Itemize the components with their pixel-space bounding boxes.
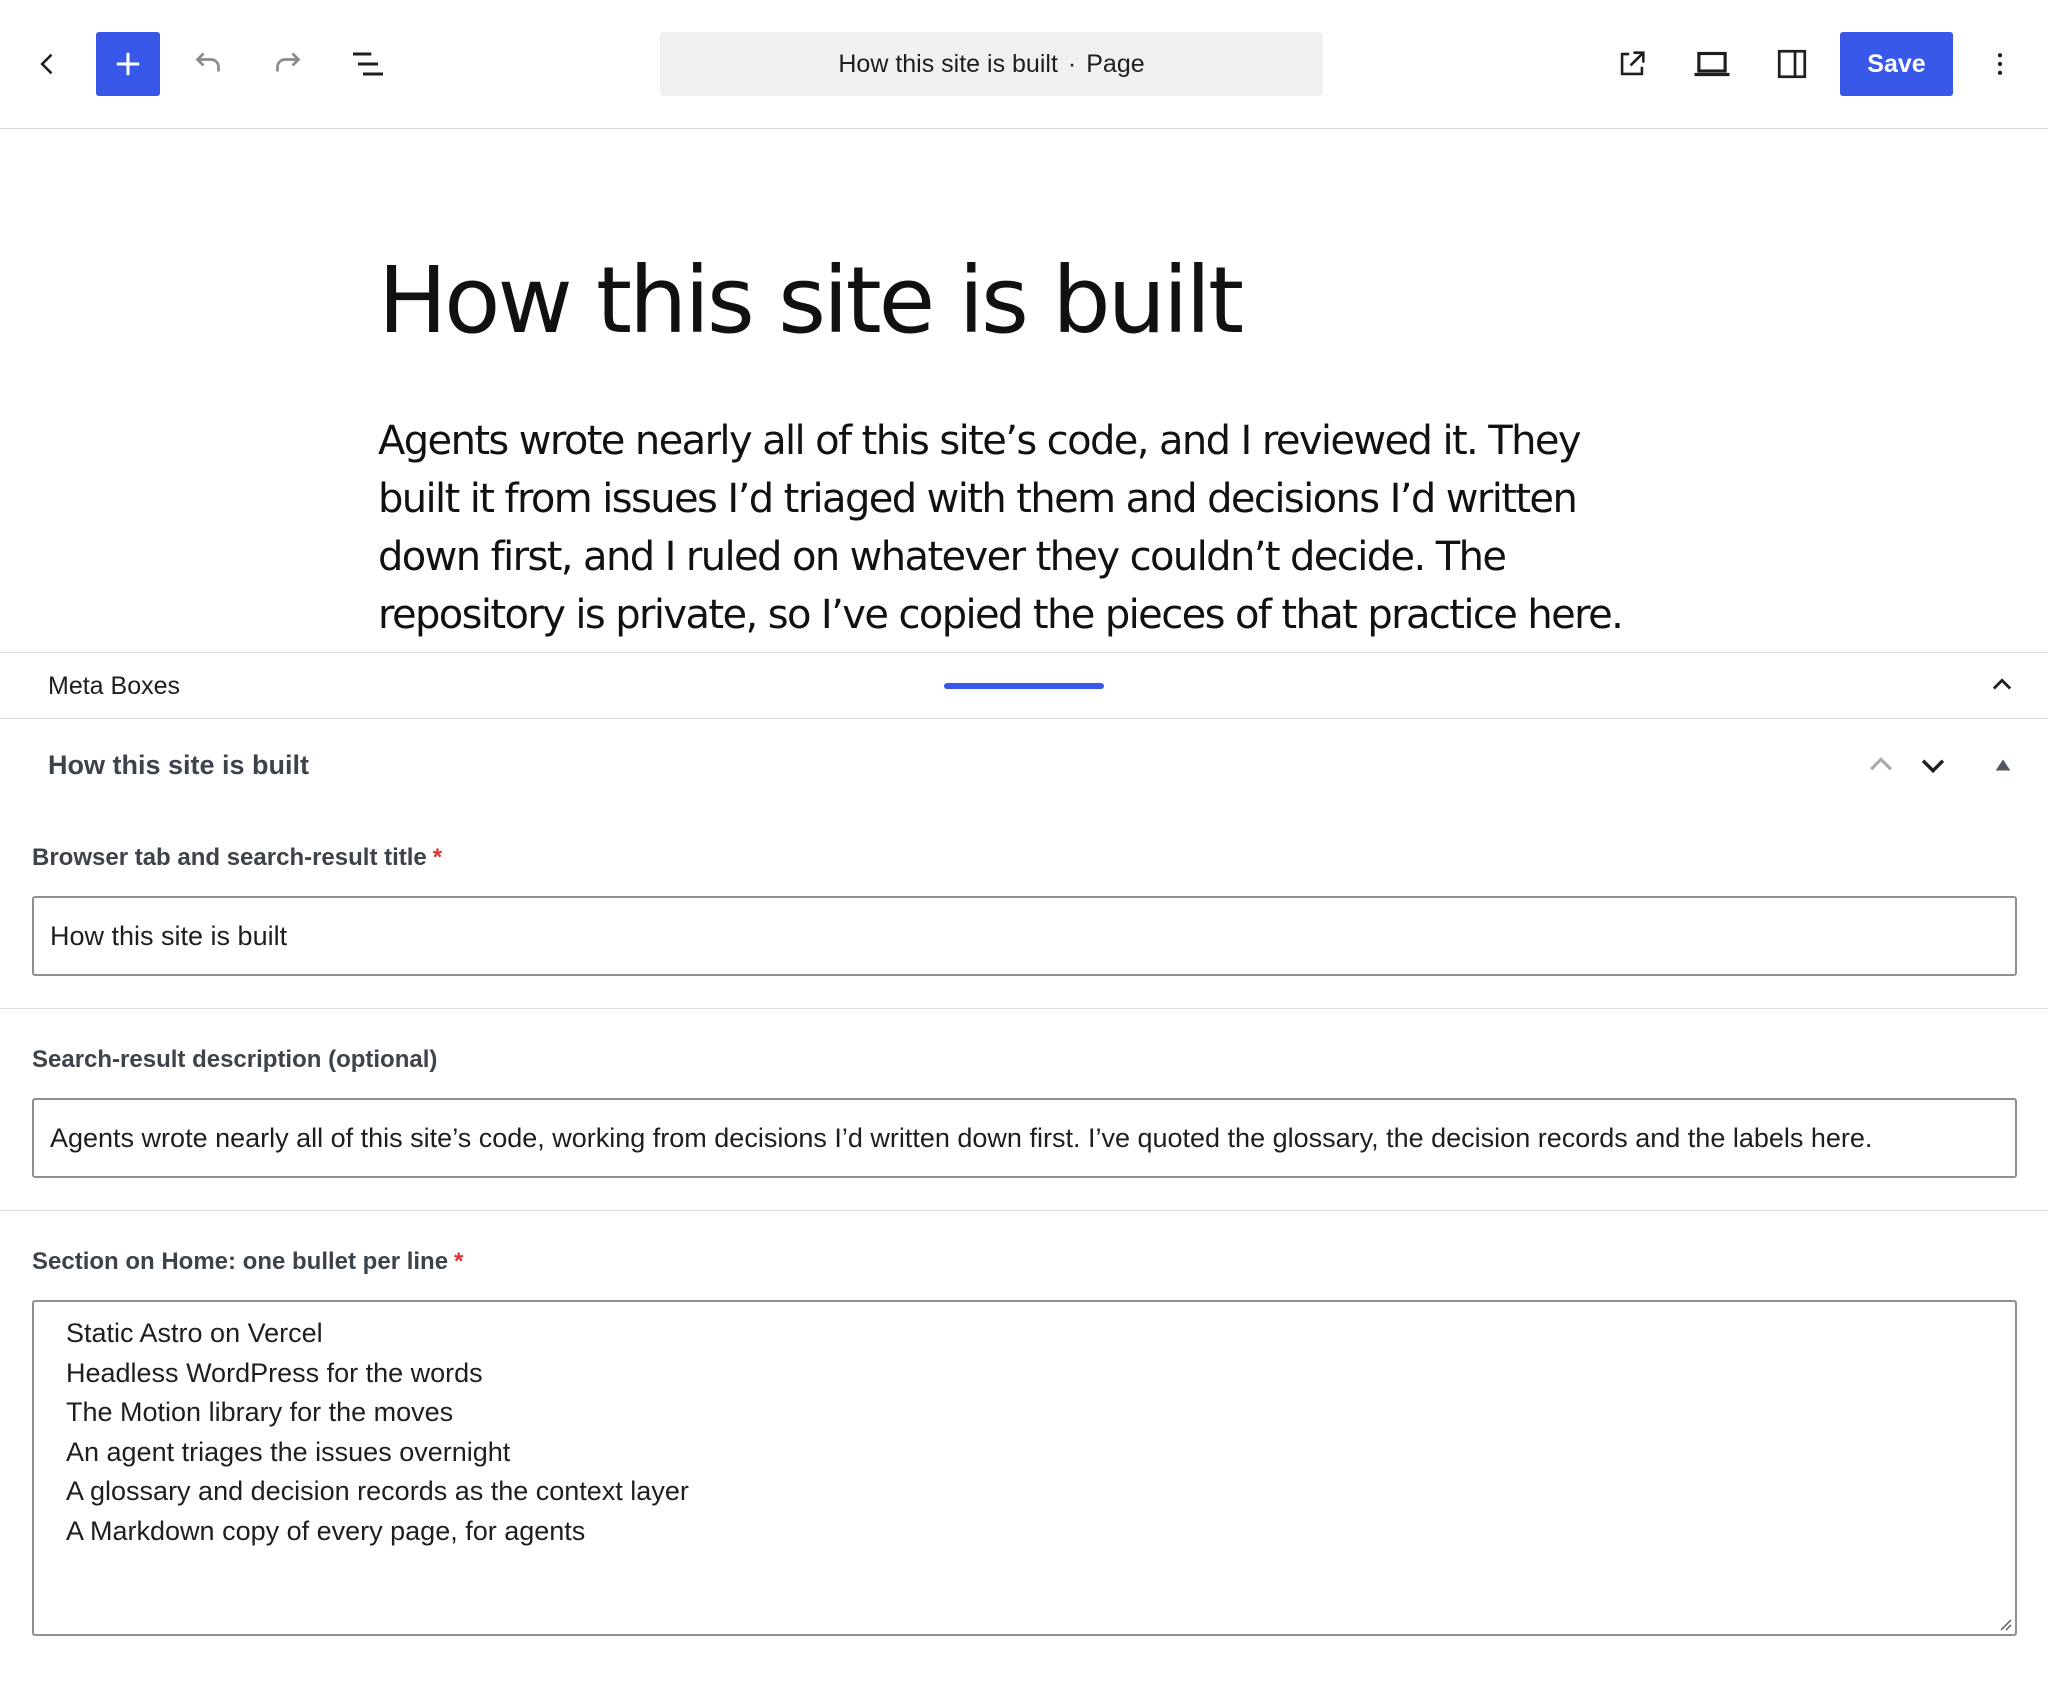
toggle-panel-button[interactable]: [1980, 742, 2026, 788]
plus-icon: [116, 52, 140, 76]
back-button[interactable]: [16, 32, 80, 96]
undo-button[interactable]: [176, 32, 240, 96]
textarea-line: A glossary and decision records as the c…: [66, 1476, 689, 1506]
laptop-icon: [1694, 51, 1730, 77]
sidebar-icon: [1777, 49, 1807, 79]
required-mark: *: [454, 1248, 464, 1275]
document-title: How this site is built: [838, 49, 1058, 78]
textarea-line: A Markdown copy of every page, for agent…: [66, 1515, 586, 1546]
save-button[interactable]: Save: [1840, 32, 1953, 96]
triangle-up-icon: [1995, 759, 2011, 771]
meta-boxes-resize-handle[interactable]: [944, 683, 1104, 689]
view-page-button[interactable]: [1600, 32, 1664, 96]
home-section-field-group: Section on Home: one bullet per line * St…: [0, 1212, 2048, 1652]
document-type: Page: [1086, 49, 1145, 78]
options-button[interactable]: [1968, 32, 2032, 96]
editor-header: How this site is built · Page Save: [0, 0, 2048, 129]
move-up-button[interactable]: [1858, 742, 1904, 788]
more-vertical-icon: [1997, 53, 2003, 75]
textarea-content: Static Astro on Vercel Headless WordPress…: [50, 1302, 1999, 1551]
required-mark: *: [432, 844, 443, 871]
seo-description-input[interactable]: Agents wrote nearly all of this site’s c…: [32, 1098, 2017, 1178]
meta-boxes-toggle-button[interactable]: [1980, 663, 2024, 707]
meta-boxes-label: Meta Boxes: [48, 671, 181, 700]
textarea-line: The Motion library for the moves: [66, 1397, 454, 1427]
field-divider: [0, 1008, 2048, 1009]
seo-title-label-text: Browser tab and search-result title: [32, 844, 427, 871]
list-view-icon: [353, 52, 383, 76]
settings-sidebar-button[interactable]: [1760, 32, 1824, 96]
document-title-bar[interactable]: How this site is built · Page: [660, 32, 1323, 96]
meta-box-title: How this site is built: [48, 749, 310, 780]
redo-icon: [276, 52, 301, 72]
device-preview-button[interactable]: [1680, 32, 1744, 96]
meta-boxes-header: Meta Boxes: [0, 652, 2048, 719]
external-link-icon: [1620, 51, 1645, 76]
textarea-line: An agent triages the issues overnight: [66, 1436, 511, 1467]
redo-button[interactable]: [256, 32, 320, 96]
paragraph-block[interactable]: Agents wrote nearly all of this site’s c…: [378, 412, 1668, 644]
chevron-up-icon: [1869, 757, 1893, 771]
field-divider: [0, 1210, 2048, 1211]
chevron-up-icon: [1992, 678, 2012, 690]
textarea-line: Static Astro on Vercel: [66, 1318, 323, 1348]
seo-title-input[interactable]: How this site is built: [32, 896, 2017, 976]
seo-description-label: Search-result description (optional): [32, 1046, 438, 1073]
document-separator: ·: [1067, 49, 1077, 78]
resize-grip-icon[interactable]: [1995, 1614, 2013, 1632]
add-block-button[interactable]: [96, 32, 160, 96]
seo-description-field-group: Search-result description (optional) Age…: [0, 1010, 2048, 1210]
seo-title-field-group: Browser tab and search-result title * How…: [0, 810, 2048, 1010]
chevron-left-icon: [40, 53, 53, 75]
home-section-textarea[interactable]: Static Astro on Vercel Headless WordPress…: [32, 1300, 2017, 1636]
meta-box-panel-header: How this site is built: [0, 720, 2048, 810]
editor-canvas: How this site is built Agents wrote near…: [0, 130, 2048, 653]
post-title[interactable]: How this site is built: [378, 250, 1244, 351]
home-section-label-text: Section on Home: one bullet per line: [32, 1248, 449, 1275]
move-down-button[interactable]: [1910, 742, 1956, 788]
textarea-line: Headless WordPress for the words: [66, 1357, 483, 1388]
undo-icon: [195, 52, 220, 72]
home-section-label: Section on Home: one bullet per line *: [32, 1248, 463, 1276]
chevron-down-icon: [1921, 759, 1945, 774]
seo-title-label: Browser tab and search-result title *: [32, 844, 442, 872]
document-overview-button[interactable]: [336, 32, 400, 96]
